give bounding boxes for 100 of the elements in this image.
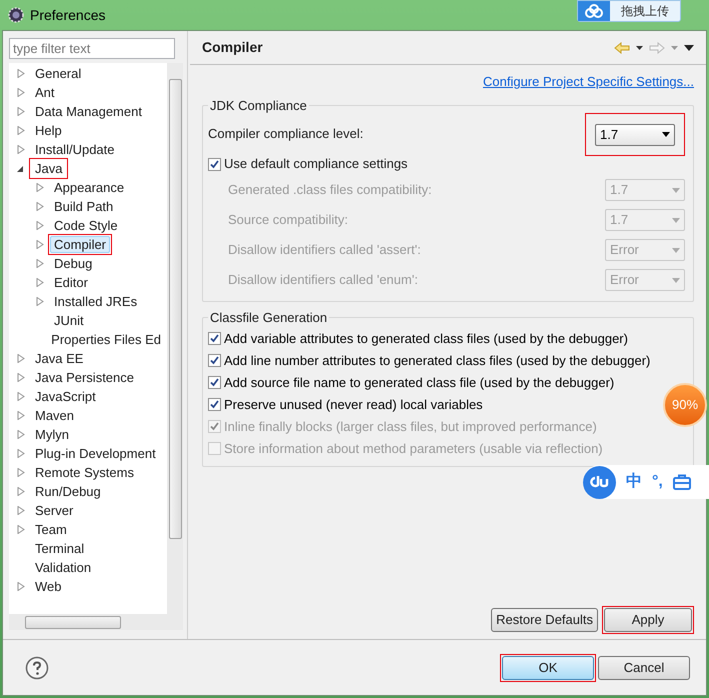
vertical-scrollbar[interactable]	[167, 63, 183, 614]
tree-item[interactable]: Debug	[50, 254, 96, 272]
tree-item[interactable]: Java EE	[31, 350, 88, 367]
tree-item[interactable]: Web	[31, 578, 66, 595]
field-label: Disallow identifiers called 'assert':	[228, 241, 421, 260]
collapsed-arrow-icon[interactable]	[17, 506, 25, 515]
button[interactable]: OK	[502, 656, 594, 680]
checkbox-label: Store information about method parameters (usable via reflection)	[224, 440, 603, 458]
expanded-arrow-icon[interactable]	[17, 164, 25, 172]
collapsed-arrow-icon[interactable]	[17, 487, 25, 496]
field-label: Compiler compliance level:	[208, 125, 364, 144]
collapsed-arrow-icon[interactable]	[36, 297, 44, 306]
tree-item[interactable]: Maven	[31, 406, 78, 424]
dropdown-caret-icon	[672, 248, 680, 252]
check-icon	[210, 422, 219, 431]
group-title: Classfile Generation	[209, 309, 328, 327]
scrollbar-thumb[interactable]	[25, 616, 121, 628]
collapsed-arrow-icon[interactable]	[17, 525, 25, 534]
tree-item[interactable]: JavaScript	[31, 388, 100, 405]
collapsed-arrow-icon[interactable]	[36, 202, 44, 211]
field-label: Generated .class files compatibility:	[228, 181, 432, 200]
button[interactable]: Restore Defaults	[491, 608, 598, 632]
tree-item[interactable]: Ant	[31, 84, 59, 101]
tree-item[interactable]: Build Path	[50, 198, 118, 215]
collapsed-arrow-icon[interactable]	[17, 430, 25, 439]
toolbox-icon[interactable]	[672, 474, 691, 490]
horizontal-scrollbar[interactable]	[9, 614, 183, 630]
collapsed-arrow-icon[interactable]	[17, 582, 25, 591]
tree-item[interactable]: Remote Systems	[31, 464, 138, 481]
tree-item[interactable]: General	[31, 64, 86, 82]
tree-item[interactable]: Properties Files Ed	[47, 330, 165, 348]
tree-item[interactable]: Team	[31, 520, 71, 538]
collapsed-arrow-icon[interactable]	[17, 107, 25, 116]
checkbox[interactable]	[208, 398, 221, 411]
checkbox[interactable]	[208, 376, 221, 389]
tree-item[interactable]: Editor	[50, 274, 92, 291]
checkbox[interactable]	[208, 354, 221, 367]
checkbox[interactable]	[208, 332, 221, 345]
collapsed-arrow-icon[interactable]	[17, 126, 25, 135]
check-icon	[210, 334, 219, 343]
collapsed-arrow-icon[interactable]	[17, 373, 25, 382]
tree-item[interactable]: Compiler	[50, 236, 110, 253]
tree-item[interactable]: Data Management	[31, 102, 146, 120]
tree-item[interactable]: Terminal	[31, 540, 88, 557]
checkbox-label: Add variable attributes to generated class files (used by the debugger)	[224, 330, 628, 348]
check-icon	[210, 160, 219, 168]
filter-field[interactable]: type filter text	[9, 38, 175, 59]
collapsed-arrow-icon[interactable]	[36, 183, 44, 192]
tree-item[interactable]: Install/Update	[31, 140, 118, 158]
upload-widget[interactable]: 拖拽上传	[577, 0, 681, 22]
tree-item[interactable]: Validation	[31, 558, 96, 576]
collapsed-arrow-icon[interactable]	[17, 69, 25, 78]
checkbox-label: Add source file name to generated class file (used by the debugger)	[224, 374, 614, 392]
help-icon[interactable]	[25, 656, 49, 680]
scrollbar-thumb[interactable]	[168, 79, 182, 539]
ime-punctuation-toggle[interactable]: °,	[652, 470, 663, 494]
button[interactable]: Apply	[604, 608, 692, 632]
dropdown-caret-icon[interactable]	[636, 46, 643, 50]
collapsed-arrow-icon[interactable]	[17, 449, 25, 458]
check-icon	[210, 400, 219, 409]
collapsed-arrow-icon[interactable]	[17, 145, 25, 154]
collapsed-arrow-icon[interactable]	[17, 88, 25, 97]
dropdown[interactable]: 1.7	[595, 124, 675, 146]
back-arrow-icon[interactable]	[614, 42, 630, 54]
tree-item[interactable]: Run/Debug	[31, 482, 105, 500]
tree-item[interactable]: Code Style	[50, 216, 122, 234]
tree-item[interactable]: Help	[31, 122, 66, 139]
tree-item[interactable]: Server	[31, 502, 78, 519]
checkbox-label: Add line number attributes to generated class files (used by the debugger)	[224, 352, 650, 370]
checkbox-label: Preserve unused (never read) local variables	[224, 396, 483, 414]
collapsed-arrow-icon[interactable]	[36, 259, 44, 268]
button[interactable]: Cancel	[598, 656, 690, 680]
collapsed-arrow-icon[interactable]	[17, 392, 25, 401]
tree-item[interactable]: Plug-in Development	[31, 444, 160, 462]
project-settings-link[interactable]: Configure Project Specific Settings...	[483, 72, 694, 92]
checkbox-label: Inline finally blocks (larger class files, but improved performance)	[224, 418, 597, 436]
tree-item[interactable]: Java Persistence	[31, 368, 138, 386]
upload-label: 拖拽上传	[620, 3, 670, 20]
ime-logo-icon[interactable]	[583, 466, 616, 498]
tree-item[interactable]: Mylyn	[31, 426, 73, 443]
collapsed-arrow-icon[interactable]	[17, 354, 25, 363]
check-icon	[210, 356, 219, 365]
collapsed-arrow-icon[interactable]	[17, 411, 25, 420]
collapsed-arrow-icon[interactable]	[36, 278, 44, 287]
collapsed-arrow-icon[interactable]	[17, 468, 25, 477]
dropdown-caret-icon	[672, 278, 680, 282]
collapsed-arrow-icon[interactable]	[36, 240, 44, 249]
page-title: Compiler	[202, 38, 263, 57]
window-title: Preferences	[30, 6, 106, 24]
ime-mode-toggle[interactable]: 中	[626, 470, 642, 494]
field-label: Source compatibility:	[228, 211, 348, 230]
tree-item[interactable]: Appearance	[50, 178, 128, 196]
app-icon	[8, 7, 24, 23]
collapsed-arrow-icon[interactable]	[36, 221, 44, 230]
tree-item[interactable]: Installed JREs	[50, 292, 142, 310]
view-menu-icon[interactable]	[684, 44, 694, 50]
dropdown-caret-icon	[672, 218, 680, 222]
checkbox[interactable]	[208, 158, 221, 170]
forward-arrow-icon[interactable]	[649, 42, 665, 54]
tree-item[interactable]: JUnit	[50, 312, 88, 329]
